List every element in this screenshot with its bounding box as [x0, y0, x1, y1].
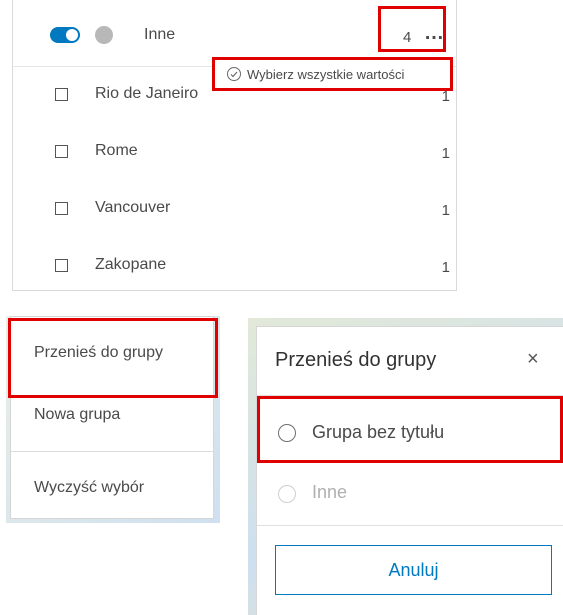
highlight-box-count [378, 6, 446, 52]
value-checkbox[interactable] [55, 259, 68, 272]
value-label: Zakopane [95, 256, 167, 273]
value-count: 1 [441, 145, 450, 162]
cancel-button[interactable]: Anuluj [275, 545, 552, 595]
value-checkbox[interactable] [55, 145, 68, 158]
value-count: 1 [441, 259, 450, 276]
value-label: Rome [95, 142, 138, 159]
value-checkbox[interactable] [55, 202, 68, 215]
list-item[interactable]: Vancouver 1 [13, 180, 456, 237]
value-label: Vancouver [95, 199, 171, 216]
check-circle-icon [227, 67, 241, 81]
radio-group-inne [278, 485, 296, 503]
value-label: Rio de Janeiro [95, 85, 199, 102]
group-name: Inne [144, 26, 176, 43]
value-checkbox[interactable] [55, 88, 68, 101]
close-icon[interactable]: × [527, 348, 539, 371]
group-color-swatch[interactable] [95, 26, 113, 44]
list-item[interactable]: Zakopane 1 [13, 237, 456, 294]
menu-item-label: Wyczyść wybór [34, 479, 145, 496]
group-visibility-toggle[interactable] [50, 27, 80, 43]
select-all-label: Wybierz wszystkie wartości [247, 66, 405, 82]
value-count: 1 [441, 202, 450, 219]
dialog-title: Przenieś do grupy [275, 349, 437, 371]
menu-item-label: Nowa grupa [34, 406, 121, 423]
highlight-box-option [257, 396, 563, 463]
dialog-divider [257, 525, 563, 526]
select-all-values-button[interactable]: Wybierz wszystkie wartości [212, 57, 453, 91]
list-item[interactable]: Rome 1 [13, 123, 456, 180]
highlight-box-move-to-group [8, 318, 218, 398]
menu-item-clear-selection[interactable]: Wyczyść wybór [11, 452, 215, 518]
option-label-disabled: Inne [312, 482, 348, 502]
